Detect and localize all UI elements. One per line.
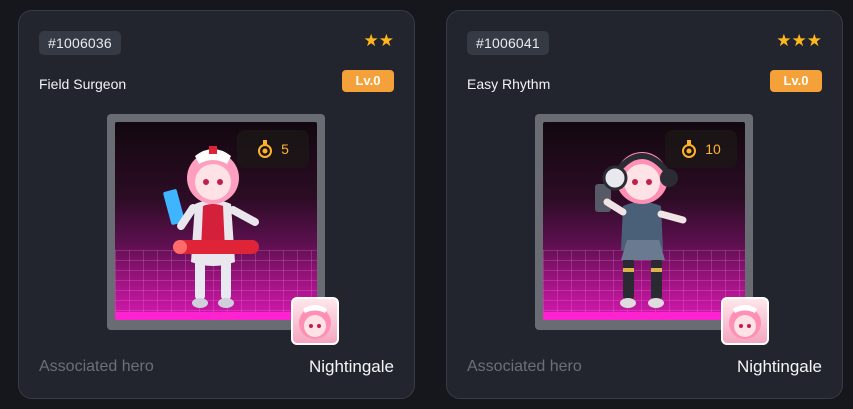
star-rating: ★★ [363, 31, 394, 50]
skin-card[interactable]: #1006041 ★★★ Easy Rhythm Lv.0 10 Associa… [446, 10, 843, 399]
skin-card[interactable]: #1006036 ★★ Field Surgeon Lv.0 5 Associa… [18, 10, 415, 399]
hero-portrait-icon [299, 305, 331, 339]
favorite-count-value: 10 [705, 141, 721, 157]
skin-name: Field Surgeon [39, 76, 127, 92]
medal-icon [258, 140, 273, 158]
medal-icon [682, 140, 697, 158]
skin-id-badge: #1006036 [39, 31, 121, 55]
associated-hero-label: Associated hero [467, 358, 582, 375]
hero-avatar[interactable] [721, 297, 769, 345]
associated-hero-label: Associated hero [39, 358, 154, 375]
associated-hero-name[interactable]: Nightingale [309, 357, 394, 377]
skin-artwork: 10 [543, 122, 745, 320]
favorite-count: 5 [237, 130, 309, 168]
skin-name: Easy Rhythm [467, 76, 551, 92]
favorite-count-value: 5 [281, 141, 289, 157]
level-badge: Lv.0 [770, 70, 822, 92]
skin-id-badge: #1006041 [467, 31, 549, 55]
star-rating: ★★★ [776, 31, 822, 50]
hero-portrait-icon [729, 305, 761, 339]
hero-avatar[interactable] [291, 297, 339, 345]
favorite-count: 10 [665, 130, 737, 168]
level-badge: Lv.0 [342, 70, 394, 92]
skin-artwork: 5 [115, 122, 317, 320]
associated-hero-name[interactable]: Nightingale [737, 357, 822, 377]
skin-artwork-frame[interactable]: 10 [535, 114, 753, 330]
